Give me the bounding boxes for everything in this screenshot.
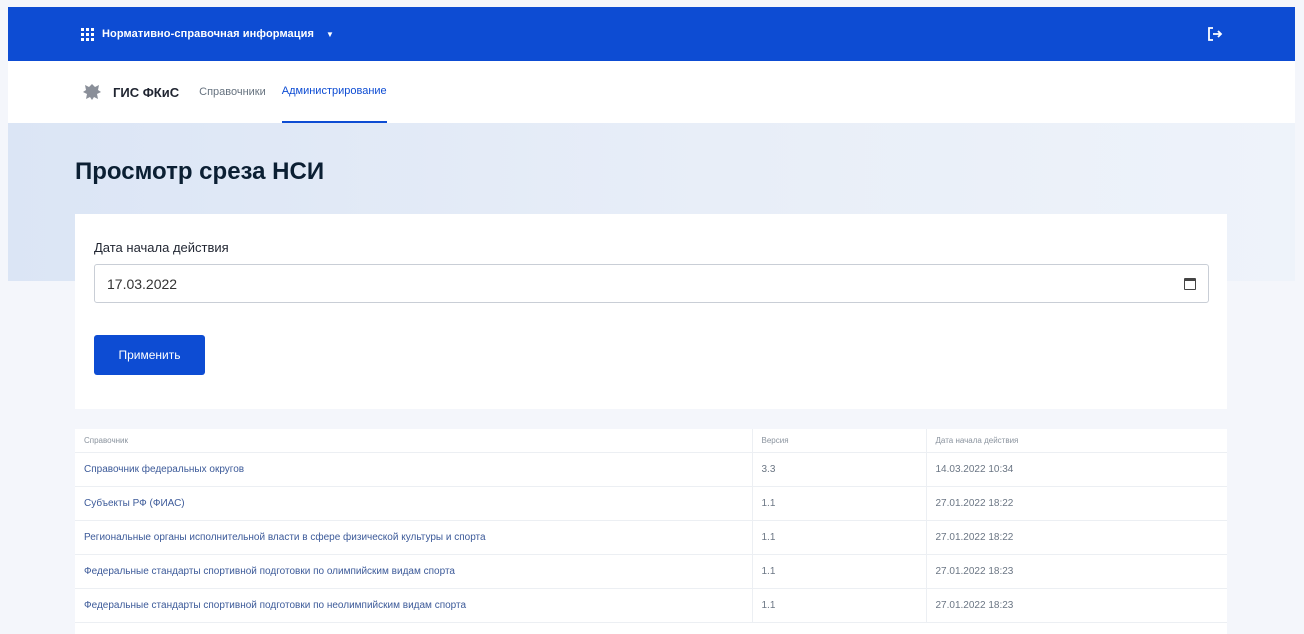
- nav-bar: ГИС ФКиС Справочники Администрирование: [8, 61, 1295, 123]
- version-cell: 1.1: [751, 588, 926, 623]
- table-row: Федеральные стандарты спортивной подгото…: [75, 588, 1227, 623]
- nav-link-administration[interactable]: Администрирование: [281, 61, 387, 123]
- directory-link[interactable]: Федеральные стандарты спортивной подгото…: [75, 554, 752, 589]
- directory-link[interactable]: Справочник федеральных округов: [75, 452, 752, 487]
- column-header-version[interactable]: Версия: [751, 429, 926, 453]
- date-label: Дата начала действия: [94, 240, 229, 255]
- apply-button[interactable]: Применить: [94, 335, 205, 375]
- emblem-icon: [83, 84, 101, 100]
- version-cell: 3.3: [751, 452, 926, 487]
- logout-icon[interactable]: [1207, 26, 1223, 42]
- version-cell: 1.1: [751, 520, 926, 555]
- date-cell: 27.01.2022 18:22: [925, 520, 1227, 555]
- date-value: 17.03.2022: [107, 275, 178, 292]
- directory-link[interactable]: Субъекты РФ (ФИАС): [75, 486, 752, 521]
- date-input[interactable]: 17.03.2022: [94, 264, 1209, 303]
- version-cell: 1.1: [751, 486, 926, 521]
- table-row: Федеральные стандарты спортивной подгото…: [75, 554, 1227, 589]
- grid-icon: [81, 27, 94, 41]
- version-cell: 1.1: [751, 554, 926, 589]
- filter-card: Дата начала действия 17.03.2022 Применит…: [75, 214, 1227, 409]
- column-header-directory[interactable]: Справочник: [75, 429, 752, 453]
- directories-table: Справочник Версия Дата начала действия С…: [75, 429, 1227, 634]
- top-bar: Нормативно-справочная информация ▼: [8, 7, 1295, 61]
- date-cell: 27.01.2022 18:22: [925, 486, 1227, 521]
- directory-link[interactable]: Региональные органы исполнительной власт…: [75, 520, 752, 555]
- date-cell: 14.03.2022 10:34: [925, 452, 1227, 487]
- table-row: Субъекты РФ (ФИАС) 1.1 27.01.2022 18:22: [75, 486, 1227, 521]
- column-header-date[interactable]: Дата начала действия: [925, 429, 1227, 453]
- brand-name[interactable]: ГИС ФКиС: [113, 85, 179, 100]
- nav-link-directories[interactable]: Справочники: [199, 61, 266, 123]
- app-title: Нормативно-справочная информация: [102, 28, 315, 40]
- table-row: Справочник федеральных округов 3.3 14.03…: [75, 452, 1227, 487]
- date-cell: 27.01.2022 18:23: [925, 588, 1227, 623]
- table-row: Региональные органы исполнительной власт…: [75, 520, 1227, 555]
- page-title: Просмотр среза НСИ: [75, 158, 325, 185]
- table-header: Справочник Версия Дата начала действия: [75, 429, 1227, 453]
- date-cell: 27.01.2022 18:23: [925, 554, 1227, 589]
- app-switcher[interactable]: Нормативно-справочная информация ▼: [81, 27, 334, 41]
- caret-down-icon: ▼: [326, 29, 334, 39]
- directory-link[interactable]: Федеральные стандарты спортивной подгото…: [75, 588, 752, 623]
- calendar-icon[interactable]: [1184, 277, 1196, 290]
